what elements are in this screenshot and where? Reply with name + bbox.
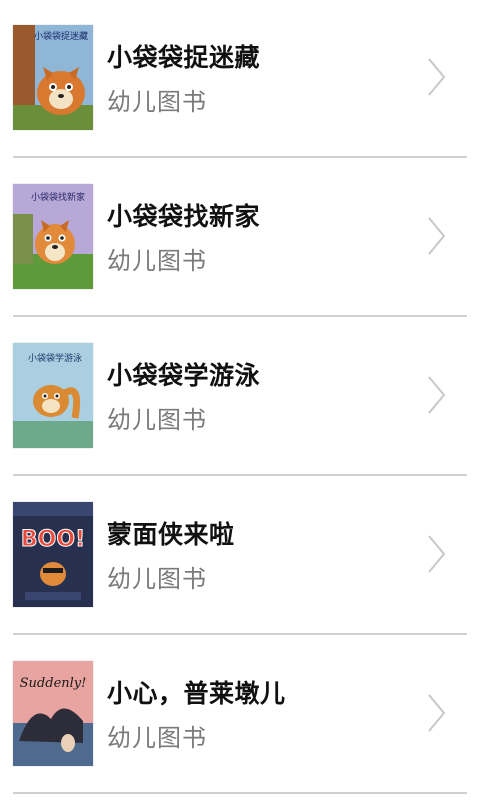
book-title: 小袋袋找新家 [107,202,261,231]
book-list-item[interactable]: 小袋袋找新家 小袋袋找新家 幼儿图书 [0,159,480,317]
svg-text:BOO!: BOO! [21,527,85,552]
kangaroo-swimming-cover-icon: 小袋袋学游泳 [13,343,93,448]
divider [13,156,467,158]
chevron-right-icon [428,376,446,414]
boo-cover-icon: BOO! [13,502,93,607]
book-cover-image: BOO! [13,502,93,607]
book-category: 幼儿图书 [107,565,207,593]
suddenly-cover-icon: Suddenly! [13,661,93,766]
book-title: 蒙面侠来啦 [107,520,235,549]
book-list-item[interactable]: 小袋袋捉迷藏 小袋袋捉迷藏 幼儿图书 [0,0,480,158]
book-category: 幼儿图书 [107,724,207,752]
svg-text:小袋袋找新家: 小袋袋找新家 [31,191,85,203]
book-cover-image: Suddenly! [13,661,93,766]
book-cover-image: 小袋袋找新家 [13,184,93,289]
book-category: 幼儿图书 [107,406,207,434]
book-category: 幼儿图书 [107,88,207,116]
book-list-item[interactable]: BOO! 蒙面侠来啦 幼儿图书 [0,477,480,635]
book-cover-image: 小袋袋捉迷藏 [13,25,93,130]
chevron-right-icon [428,217,446,255]
chevron-right-icon [428,58,446,96]
book-title: 小心，普莱墩儿 [107,679,286,708]
chevron-right-icon [428,535,446,573]
divider [13,792,467,794]
divider [13,633,467,635]
book-list: 小袋袋捉迷藏 小袋袋捉迷藏 幼儿图书 小袋袋找新家 小袋袋找新家 幼儿图书 小袋… [0,0,480,800]
book-cover-image: 小袋袋学游泳 [13,343,93,448]
divider [13,315,467,317]
book-title: 小袋袋学游泳 [107,361,261,390]
kangaroo-hide-and-seek-cover-icon: 小袋袋捉迷藏 [13,25,93,130]
book-title: 小袋袋捉迷藏 [107,43,261,72]
svg-text:小袋袋捉迷藏: 小袋袋捉迷藏 [34,30,88,42]
chevron-right-icon [428,694,446,732]
book-list-item[interactable]: 小袋袋学游泳 小袋袋学游泳 幼儿图书 [0,318,480,476]
svg-text:小袋袋学游泳: 小袋袋学游泳 [28,352,82,364]
divider [13,474,467,476]
book-list-item[interactable]: Suddenly! 小心，普莱墩儿 幼儿图书 [0,636,480,794]
svg-text:Suddenly!: Suddenly! [20,676,87,691]
book-category: 幼儿图书 [107,247,207,275]
kangaroo-new-home-cover-icon: 小袋袋找新家 [13,184,93,289]
